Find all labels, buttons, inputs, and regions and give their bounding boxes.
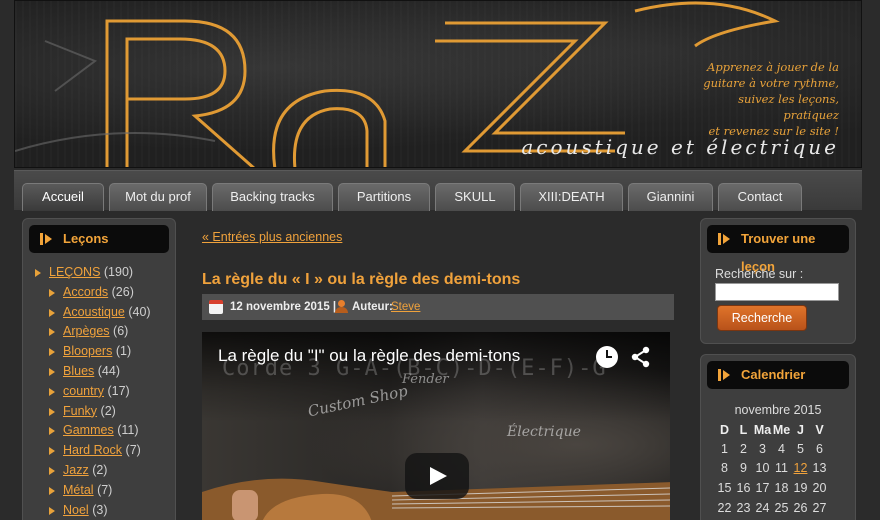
calendar-day: 20 [812,480,827,495]
calendar-day: 17 [755,480,770,495]
list-item: Arpèges (6) [35,324,151,344]
site-header: Apprenez à jouer de la guitare à votre r… [14,0,862,168]
category-link[interactable]: Acoustique [63,305,125,319]
calendar-day: 11 [775,461,788,476]
weekday-header: Ma [753,423,772,437]
video-title[interactable]: La règle du "I" ou la règle des demi-ton… [218,346,520,366]
lessons-title: Leçons [29,225,169,253]
category-link[interactable]: Blues [63,364,94,378]
list-item: Hard Rock (7) [35,443,151,463]
calendar-day: 5 [797,441,804,456]
calendar-title: Calendrier [707,361,849,389]
list-item: Accords (26) [35,285,151,305]
author-link[interactable]: Steve [391,294,420,320]
list-item: country (17) [35,384,151,404]
weekday-header: V [815,423,824,437]
category-link[interactable]: Funky [63,404,97,418]
search-widget: Trouver une leçon Recherche sur : Recher… [700,218,856,344]
calendar-day: 22 [717,500,732,515]
arrow-icon [718,233,730,245]
calendar-day: 15 [717,480,732,495]
calendar-day: 10 [755,461,770,476]
lessons-widget: Leçons LEÇONS (190) Accords (26) Acousti… [22,218,176,520]
weekday-header: L [739,423,748,437]
calendar-day-link[interactable]: 12 [794,461,808,475]
calendar-day: 18 [774,480,789,495]
calendar-day: 8 [721,461,728,476]
calendar-day: 9 [740,461,747,476]
calendar-day: 2 [740,441,747,456]
calendar-month: novembre 2015 [734,403,822,417]
category-link[interactable]: Gammes [63,423,114,437]
category-link[interactable]: country [63,384,104,398]
author-label: Auteur: [352,301,393,313]
calendar-day: 3 [759,441,766,456]
list-item: LEÇONS (190) [35,265,151,285]
play-button[interactable] [405,453,469,499]
category-link[interactable]: Arpèges [63,324,110,338]
post-title[interactable]: La règle du « I » ou la règle des demi-t… [202,271,520,289]
search-input[interactable] [715,283,839,301]
list-item: Blues (44) [35,364,151,384]
category-link[interactable]: Jazz [63,463,89,477]
tab-skull[interactable]: SKULL [435,183,515,211]
list-item: Métal (7) [35,483,151,503]
header-tagline: Apprenez à jouer de la guitare à votre r… [703,60,839,138]
list-item: Noel (3) [35,503,151,520]
search-button[interactable]: Recherche [717,305,807,331]
weekday-header: J [797,423,804,437]
category-link[interactable]: Accords [63,285,108,299]
calendar-day: 19 [793,480,808,495]
list-item: Bloopers (1) [35,344,151,364]
category-link[interactable]: Noel [63,503,89,517]
search-title: Trouver une leçon [707,225,849,274]
calendar-day-linked: 12 [791,459,810,479]
category-link[interactable]: Bloopers [63,344,112,358]
calendar-day: 13 [812,461,827,476]
calendar-day: 16 [736,480,751,495]
watch-later-icon[interactable] [596,346,618,368]
calendar-day: 27 [812,500,827,515]
list-item: Acoustique (40) [35,305,151,325]
weekday-header: D [719,423,730,437]
user-icon [335,300,348,314]
list-item: Gammes (11) [35,423,151,443]
lessons-list: LEÇONS (190) Accords (26) Acoustique (40… [35,265,151,520]
tab-contact[interactable]: Contact [718,183,802,211]
share-icon[interactable] [630,346,652,368]
weekday-header: Me [772,423,791,437]
older-entries-link[interactable]: « Entrées plus anciennes [202,230,342,244]
calendar-widget: Calendrier novembre 2015 D L Ma Me J V 1… [700,354,856,520]
calendar-day: 23 [736,500,751,515]
calendar-day: 25 [774,500,789,515]
post-meta: 12 novembre 2015 | Auteur: Steve [202,294,674,320]
video-brand-text: Fender [402,372,449,387]
list-item: Funky (2) [35,404,151,424]
tab-giannini[interactable]: Giannini [628,183,713,211]
calendar-day: 24 [755,500,770,515]
video-player[interactable]: Corde 3 G-A-(B-C)-D-(E-F)-G Fender Custo… [202,332,670,520]
tab-mot-du-prof[interactable]: Mot du prof [109,183,207,211]
post-date: 12 novembre 2015 | [230,301,337,313]
calendar-day: 4 [778,441,785,456]
arrow-icon [40,233,52,245]
tab-backing-tracks[interactable]: Backing tracks [212,183,333,211]
calendar-icon [209,300,223,314]
category-link[interactable]: Métal [63,483,94,497]
list-item: Jazz (2) [35,463,151,483]
video-amp-text: Électrique [507,424,581,440]
tab-partitions[interactable]: Partitions [338,183,430,211]
main-nav: Accueil Mot du prof Backing tracks Parti… [14,170,862,211]
tab-accueil[interactable]: Accueil [22,183,104,211]
calendar-day: 1 [721,441,728,456]
category-link[interactable]: LEÇONS [49,265,100,279]
search-label: Recherche sur : [715,267,804,281]
calendar-day: 26 [793,500,808,515]
calendar-day: 6 [816,441,823,456]
header-subtitle: acoustique et électrique [521,135,839,159]
calendar-grid: D L Ma Me J V 1 2 3 4 5 6 8 9 10 11 12 1… [715,421,829,517]
category-link[interactable]: Hard Rock [63,443,122,457]
arrow-icon [718,369,730,381]
tab-xiii-death[interactable]: XIII:DEATH [520,183,623,211]
